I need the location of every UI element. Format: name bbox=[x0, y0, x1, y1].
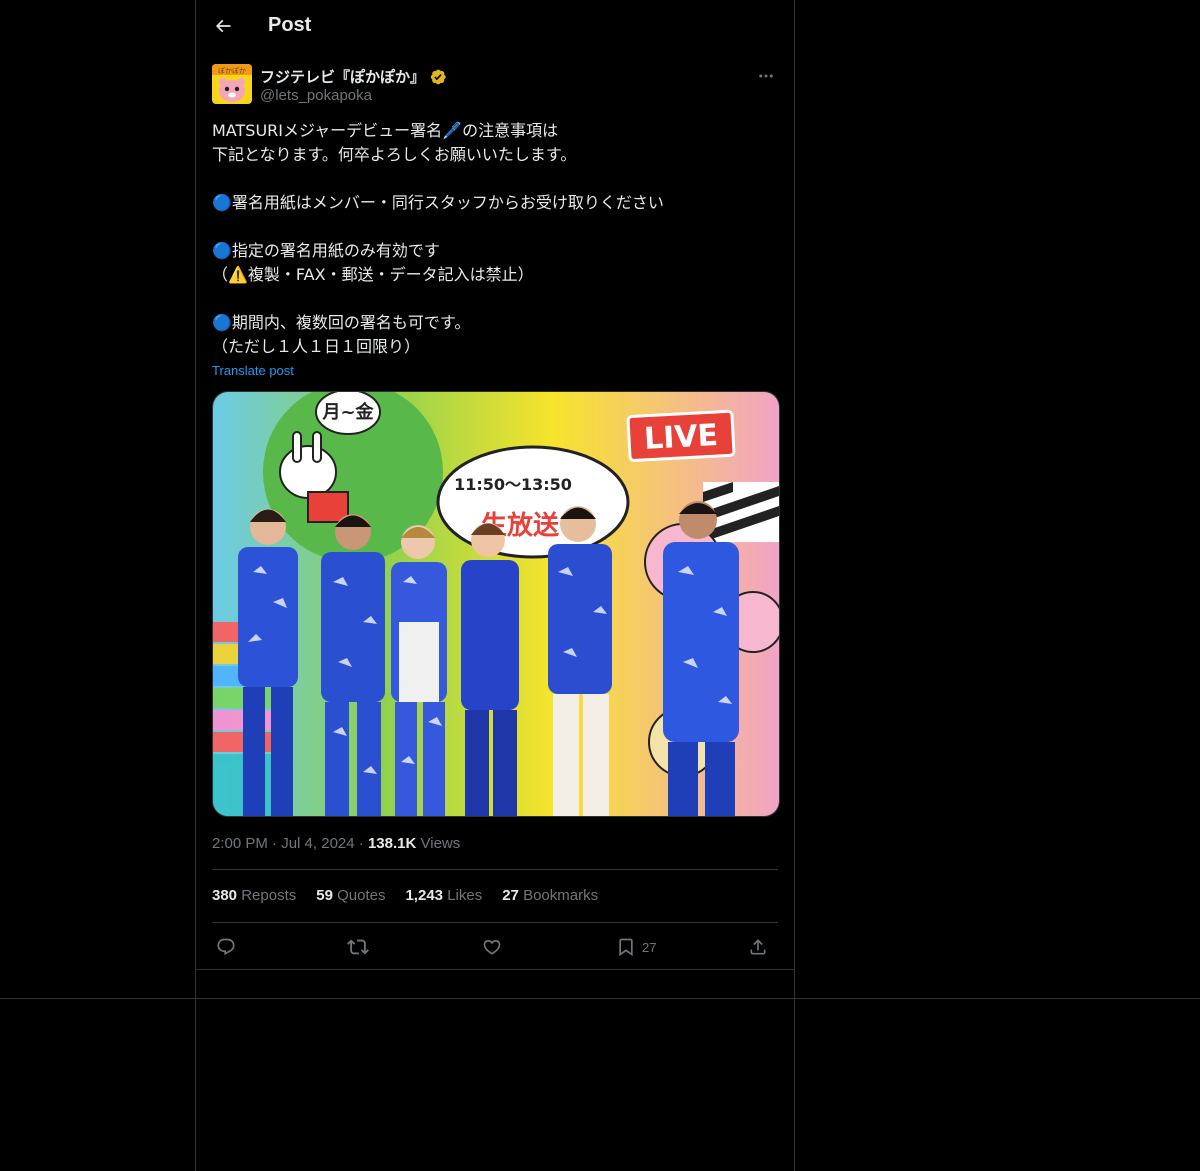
reposts-count: 380 bbox=[212, 887, 238, 904]
reposts-stat[interactable]: 380 Reposts bbox=[212, 887, 296, 904]
arrow-left-icon bbox=[215, 19, 231, 33]
page-header: Post bbox=[196, 0, 794, 53]
engagement-stats: 380 Reposts 59 Quotes 1,243 Likes 27 Boo… bbox=[212, 887, 598, 904]
likes-label: Likes bbox=[447, 887, 483, 904]
tweet-time[interactable]: 2:00 PM bbox=[212, 835, 268, 852]
divider bbox=[0, 998, 1200, 999]
quotes-stat[interactable]: 59 Quotes bbox=[316, 887, 385, 904]
bookmark-count: 27 bbox=[642, 939, 657, 955]
tweet-meta: 2:00 PM · Jul 4, 2024 · 138.1K Views bbox=[212, 835, 460, 852]
more-options-button[interactable] bbox=[754, 64, 778, 88]
avatar-logo-text: ぽかぽか bbox=[218, 67, 246, 75]
divider bbox=[212, 922, 778, 923]
display-name-text: フジテレビ『ぽかぽか』 bbox=[260, 69, 426, 86]
repost-button[interactable] bbox=[347, 932, 369, 962]
live-sign: LIVE bbox=[643, 418, 719, 457]
more-dots-icon bbox=[759, 74, 773, 78]
divider bbox=[196, 969, 794, 970]
main-column: Post ぽかぽか フジテレビ『ぽかぽか』 @lets_pokapoka MAT… bbox=[195, 0, 795, 1171]
reply-icon bbox=[217, 938, 235, 956]
share-icon bbox=[750, 939, 766, 955]
display-name[interactable]: フジテレビ『ぽかぽか』 bbox=[260, 66, 447, 87]
bookmark-icon bbox=[619, 938, 633, 957]
divider bbox=[212, 869, 778, 870]
meta-separator: · bbox=[358, 835, 368, 852]
group-photo-image: 月~金 11:50～13:50 生放送中 LIVE bbox=[213, 392, 779, 816]
bookmarks-count: 27 bbox=[502, 887, 519, 904]
share-button[interactable] bbox=[748, 932, 768, 962]
reposts-label: Reposts bbox=[241, 887, 297, 904]
back-button[interactable] bbox=[208, 11, 238, 41]
translate-post-link[interactable]: Translate post bbox=[212, 363, 294, 378]
heart-icon bbox=[483, 939, 501, 955]
bookmark-button[interactable]: 27 bbox=[616, 932, 656, 962]
author-handle[interactable]: @lets_pokapoka bbox=[260, 87, 372, 104]
time-sign: 11:50～13:50 bbox=[454, 475, 572, 494]
quotes-label: Quotes bbox=[337, 887, 386, 904]
likes-stat[interactable]: 1,243 Likes bbox=[405, 887, 482, 904]
tweet-text: MATSURIメジャーデビュー署名🖊️の注意事項は 下記となります。何卒よろしく… bbox=[212, 121, 664, 356]
repost-icon bbox=[347, 939, 369, 955]
meta-separator: · bbox=[272, 835, 282, 852]
tweet-author: ぽかぽか フジテレビ『ぽかぽか』 @lets_pokapoka bbox=[212, 64, 778, 106]
verified-badge-icon bbox=[430, 69, 446, 84]
views-label: Views bbox=[420, 835, 461, 852]
bookmarks-stat[interactable]: 27 Bookmarks bbox=[502, 887, 598, 904]
bookmarks-label: Bookmarks bbox=[523, 887, 599, 904]
reply-button[interactable] bbox=[216, 932, 236, 962]
views-count: 138.1K bbox=[367, 835, 417, 852]
tweet-photo[interactable]: 月~金 11:50～13:50 生放送中 LIVE bbox=[212, 391, 780, 817]
tweet-date[interactable]: Jul 4, 2024 bbox=[281, 835, 354, 852]
days-sign: 月~金 bbox=[321, 401, 374, 423]
action-bar: 27 bbox=[212, 932, 778, 962]
likes-count: 1,243 bbox=[405, 887, 444, 904]
page-title: Post bbox=[268, 14, 312, 36]
quotes-count: 59 bbox=[316, 887, 333, 904]
like-button[interactable] bbox=[482, 932, 502, 962]
avatar[interactable]: ぽかぽか bbox=[212, 64, 252, 104]
